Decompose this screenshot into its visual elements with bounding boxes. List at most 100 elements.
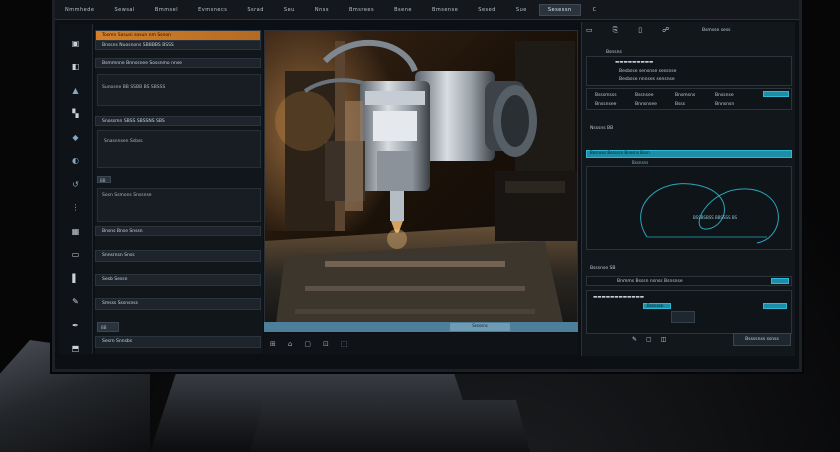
- row-label: Snnsrnsn Snss: [102, 253, 135, 258]
- measure-tool-icon[interactable]: ▦: [69, 226, 83, 237]
- menu-item[interactable]: Bmmsel: [147, 5, 186, 15]
- tool-strip: ▣ ◧ ▲ ▚ ◆ ◐ ↺ ⋮ ▦ ▭ ▌ ✎ ✒ ⬒: [59, 24, 93, 354]
- edit-icon[interactable]: ✎: [632, 336, 637, 343]
- row-label: Bnssns Nuosnons SBBBBS BSSS: [102, 43, 174, 48]
- wave-tool-icon[interactable]: ◐: [69, 156, 83, 167]
- frame-icon[interactable]: ▢: [304, 340, 311, 348]
- left-panel-row[interactable]: Smsss Sssnsnss: [95, 298, 261, 310]
- doc-icon[interactable]: ▯: [638, 26, 642, 35]
- status-pill[interactable]: [763, 91, 789, 97]
- param-label: Bnnsnsee: [635, 102, 657, 107]
- info-box: ▬▬▬▬▬▬▬▬▬ Besbsse sensnse sessnse Besbss…: [586, 56, 792, 86]
- menu-item[interactable]: Sewsal: [106, 5, 142, 15]
- chip-label: BB: [100, 178, 106, 183]
- section3-pill[interactable]: [771, 278, 789, 284]
- toolpath-graph[interactable]: BSSBSBSS BBSSSS BS: [586, 166, 792, 250]
- param-label: Bsss: [675, 102, 686, 107]
- row-label: Sesrn Snnsbs: [102, 339, 133, 344]
- cnc-machine-image: [265, 31, 577, 331]
- param-label: Bnnsnsn: [715, 102, 735, 107]
- menu-bar: Nmmhede Sewsal Bmmsel Evmsnecs Ssrad Seu Nnss B…: [55, 0, 799, 20]
- section3-title: Bsssnse SB: [590, 266, 616, 271]
- param-label: Bssnsee: [635, 93, 654, 98]
- menu-item[interactable]: Nnss: [307, 5, 337, 15]
- bottom-action-button[interactable]: Bssssnss ssnss: [733, 333, 791, 346]
- menu-close-icon[interactable]: C: [585, 5, 605, 15]
- block-label: Sosn Ssmons Snssnse: [102, 193, 152, 198]
- graph-header-bar[interactable]: Bnsnsss Bsssssn Bnnsns Bssn: [586, 150, 792, 158]
- parameter-row: Bsssmsss Bssnsee Bnsmsns Bnssnse Bnssnse…: [586, 88, 792, 110]
- graph-section-title: Nsssns BB: [590, 126, 614, 131]
- menu-item[interactable]: Sesessn: [538, 3, 581, 16]
- block-label: Snasnnsen Ssbss: [104, 139, 143, 144]
- panel-title: Tosmn Sosuni sosun nm Ssnon: [96, 31, 260, 40]
- right-panel: ▭ ⎘ ▯ ☍ Bsmsse sess Bsnsns ▬▬▬▬▬▬▬▬▬ Bes…: [581, 22, 795, 356]
- brush-tool-icon[interactable]: ✒: [69, 320, 83, 331]
- panel-icon[interactable]: ◫: [661, 336, 667, 343]
- zoom-icon[interactable]: ⬚: [341, 340, 348, 348]
- cut-tool-icon[interactable]: ▚: [69, 109, 83, 120]
- row-label: Sesb Sessn: [102, 277, 128, 282]
- toolpath-curve: [640, 183, 779, 244]
- cube-tool-icon[interactable]: ◧: [69, 62, 83, 73]
- home-icon[interactable]: ⌂: [288, 340, 292, 348]
- focus-icon[interactable]: ⊡: [323, 340, 329, 348]
- graph-title: Bnsnsss Bsssssn Bnnsns Bssn: [590, 150, 650, 155]
- info-line: Besbsse sensnse sessnse: [619, 69, 677, 74]
- grid-tool-icon[interactable]: ⋮: [69, 203, 83, 214]
- menu-item[interactable]: Evmsnecs: [190, 5, 235, 15]
- layer-tool-icon[interactable]: ▲: [69, 85, 83, 96]
- right-panel-action[interactable]: Bsmsse sess: [702, 28, 731, 33]
- viewport-status-chip[interactable]: Sssssns: [450, 323, 510, 331]
- left-panel-row[interactable]: Sesb Sessn: [95, 274, 261, 286]
- preview-block: Sunosne BB SSBB BS SBSSS: [97, 74, 261, 106]
- left-panel-row[interactable]: Bsmmnne Bnnssnee Sossnmo nnse: [95, 58, 261, 68]
- teal-pill-2[interactable]: [763, 303, 787, 309]
- menu-item[interactable]: Ssrad: [239, 5, 272, 15]
- viewport-progress-bar: [264, 322, 578, 332]
- rotate-tool-icon[interactable]: ↺: [69, 179, 83, 190]
- left-panel-row[interactable]: Snossmn SBSS SBSSNS SBS: [95, 116, 261, 126]
- left-panel-row[interactable]: Bnsns Bnse Snssn: [95, 226, 261, 236]
- grid-icon[interactable]: ⊞: [270, 340, 276, 348]
- window-icon[interactable]: ▢: [646, 336, 652, 343]
- monitor: ▬ ▬▬▬▬▬▬▬ ⋯ ⊕ ▣ NmmhedeSewsalBmmselEvmsn…: [52, 0, 802, 372]
- bottom-icon-bar: ✎ ▢ ◫: [632, 336, 666, 343]
- section3-body: ▬▬▬▬▬▬▬▬▬▬▬▬ Bssnsse: [586, 290, 792, 334]
- preview-block: Sosn Ssmons Snssnse: [97, 188, 261, 222]
- tag-chip[interactable]: BB: [97, 322, 119, 332]
- fill-tool-icon[interactable]: ⬒: [69, 344, 83, 355]
- left-panel-row[interactable]: Sesrn Snnsbs: [95, 336, 261, 348]
- row-label: Bnsns Bnse Snssn: [102, 229, 143, 234]
- pen-tool-icon[interactable]: ✎: [69, 297, 83, 308]
- square-tool-icon[interactable]: ▣: [69, 38, 83, 49]
- save-icon[interactable]: ⎘: [613, 26, 619, 35]
- chip-label: BB: [101, 325, 107, 330]
- param-label: Bsssmsss: [595, 93, 617, 98]
- link-icon[interactable]: ☍: [662, 26, 669, 35]
- value-box[interactable]: [671, 311, 695, 323]
- menu-item[interactable]: Bmsense: [424, 5, 466, 15]
- copy-icon[interactable]: ▭: [586, 26, 593, 35]
- menu-item[interactable]: Sue: [508, 5, 535, 15]
- menu-item[interactable]: Seu: [276, 5, 303, 15]
- tag-chip[interactable]: BB: [97, 176, 111, 183]
- section3-row-label: Bnmms Bsssn nsnss Bsnsnse: [617, 279, 683, 284]
- line-tool-icon[interactable]: ▭: [69, 250, 83, 261]
- row-label: Smsss Sssnsnss: [102, 301, 138, 306]
- section3-label: ▬▬▬▬▬▬▬▬▬▬▬▬: [593, 295, 645, 300]
- mark-tool-icon[interactable]: ▌: [69, 273, 83, 284]
- menu-item[interactable]: Nmmhede: [57, 5, 102, 15]
- left-panel-row[interactable]: Bnssns Nuosnons SBBBBS BSSS: [95, 40, 261, 50]
- menu-item[interactable]: Sesed: [470, 5, 504, 15]
- teal-pill[interactable]: Bssnsse: [643, 303, 671, 309]
- menu-item[interactable]: Bmsrees: [341, 5, 382, 15]
- drop-tool-icon[interactable]: ◆: [69, 132, 83, 143]
- param-label: Bnsmsns: [675, 93, 696, 98]
- info-line: Besbsse nnnses sensnse: [619, 77, 675, 82]
- param-label: Bnssnse: [715, 93, 734, 98]
- preview-block: Snasnnsen Ssbss: [97, 130, 261, 168]
- left-panel-row[interactable]: Snnsrnsn Snss: [95, 250, 261, 262]
- machine-camera-view[interactable]: [264, 30, 578, 332]
- menu-item[interactable]: Bsene: [386, 5, 420, 15]
